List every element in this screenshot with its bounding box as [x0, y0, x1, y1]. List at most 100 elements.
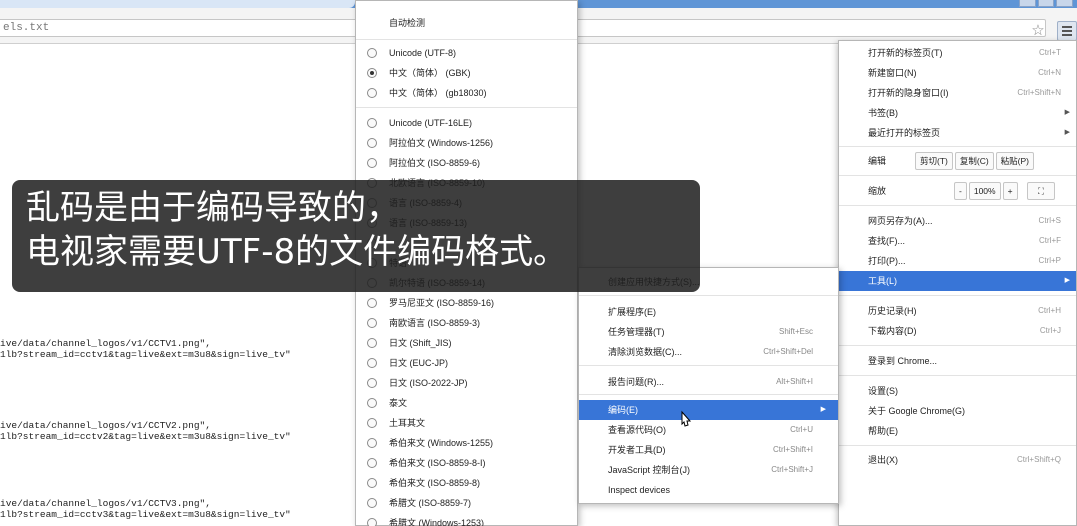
- caption-line-2: 电视家需要UTF-8的文件编码格式。: [26, 232, 568, 272]
- menu-label: 编码(E): [608, 405, 638, 415]
- tools-menu-item[interactable]: Inspect devices: [579, 480, 838, 500]
- minimize-button[interactable]: [1019, 0, 1036, 7]
- radio-icon: [367, 88, 377, 98]
- mouse-cursor-icon: [681, 410, 692, 427]
- menu-find[interactable]: 查找(F)... Ctrl+F: [839, 231, 1076, 251]
- close-window-button[interactable]: [1056, 0, 1074, 7]
- menu-save-as[interactable]: 网页另存为(A)... Ctrl+S: [839, 211, 1076, 231]
- encoding-item[interactable]: 希伯来文 (ISO-8859-8-I): [356, 453, 577, 473]
- menu-label: 扩展程序(E): [608, 307, 656, 317]
- encoding-item[interactable]: 泰文: [356, 393, 577, 413]
- paste-button[interactable]: 粘贴(P): [995, 152, 1035, 170]
- chrome-main-menu: 打开新的标签页(T) Ctrl+T 新建窗口(N) Ctrl+N 打开新的隐身窗口(…: [838, 40, 1077, 526]
- encoding-item[interactable]: 日文 (Shift_JIS): [356, 333, 577, 353]
- menu-label: Inspect devices: [608, 485, 671, 495]
- tools-menu-item[interactable]: 扩展程序(E): [579, 302, 838, 322]
- menu-separator: [839, 345, 1076, 346]
- submenu-arrow-icon: ▶: [1064, 129, 1070, 136]
- encoding-item[interactable]: 中文（简体） (GBK): [356, 63, 577, 83]
- tools-menu-item[interactable]: 编码(E) ▶: [579, 400, 838, 420]
- menu-recent-tabs[interactable]: 最近打开的标签页 ▶: [839, 123, 1076, 143]
- shortcut-label: Ctrl+Shift+N: [1017, 88, 1061, 97]
- encoding-item[interactable]: 阿拉伯文 (ISO-8859-6): [356, 153, 577, 173]
- encoding-item[interactable]: 罗马尼亚文 (ISO-8859-16): [356, 293, 577, 313]
- menu-help[interactable]: 帮助(E): [839, 421, 1076, 441]
- page-text-line: ive/data/channel_logos/v1/CCTV3.png",: [0, 498, 211, 509]
- menu-tools[interactable]: 工具(L) ▶: [839, 271, 1076, 291]
- menu-exit[interactable]: 退出(X) Ctrl+Shift+Q: [839, 450, 1076, 470]
- radio-icon: [367, 378, 377, 388]
- encoding-auto-detect[interactable]: 自动检测: [356, 13, 577, 33]
- menu-settings[interactable]: 设置(S): [839, 381, 1076, 401]
- zoom-out-button[interactable]: -: [954, 182, 967, 200]
- menu-separator: [579, 394, 838, 395]
- menu-about[interactable]: 关于 Google Chrome(G): [839, 401, 1076, 421]
- menu-history[interactable]: 历史记录(H) Ctrl+H: [839, 301, 1076, 321]
- menu-new-tab[interactable]: 打开新的标签页(T) Ctrl+T: [839, 43, 1076, 63]
- cut-button[interactable]: 剪切(T): [915, 152, 953, 170]
- menu-label: 退出(X): [868, 455, 898, 465]
- submenu-arrow-icon: ▶: [820, 406, 826, 413]
- encoding-item[interactable]: Unicode (UTF-16LE): [356, 113, 577, 133]
- tools-menu-item[interactable]: 查看源代码(O) Ctrl+U: [579, 420, 838, 440]
- radio-icon: [367, 418, 377, 428]
- page-text-line: ive/data/channel_logos/v1/CCTV2.png",: [0, 420, 211, 431]
- menu-label: 帮助(E): [868, 426, 898, 436]
- encoding-label: 中文（简体） (gb18030): [389, 88, 487, 98]
- encoding-item[interactable]: 土耳其文: [356, 413, 577, 433]
- zoom-in-button[interactable]: +: [1002, 182, 1018, 200]
- menu-incognito[interactable]: 打开新的隐身窗口(I) Ctrl+Shift+N: [839, 83, 1076, 103]
- video-caption: 乱码是由于编码导致的， 电视家需要UTF-8的文件编码格式。: [12, 180, 700, 292]
- tools-menu-item[interactable]: 任务管理器(T) Shift+Esc: [579, 322, 838, 342]
- menu-separator: [356, 39, 577, 40]
- radio-icon: [367, 68, 377, 78]
- menu-print[interactable]: 打印(P)... Ctrl+P: [839, 251, 1076, 271]
- encoding-label: 希伯来文 (Windows-1255): [389, 438, 494, 448]
- encoding-item[interactable]: 希腊文 (ISO-8859-7): [356, 493, 577, 513]
- tools-menu-item[interactable]: 清除浏览数据(C)... Ctrl+Shift+Del: [579, 342, 838, 362]
- encoding-item[interactable]: 希伯来文 (ISO-8859-8): [356, 473, 577, 493]
- encoding-item[interactable]: 南欧语言 (ISO-8859-3): [356, 313, 577, 333]
- radio-icon: [367, 338, 377, 348]
- encoding-item[interactable]: 希腊文 (Windows-1253): [356, 513, 577, 526]
- encoding-label: 日文 (ISO-2022-JP): [389, 378, 468, 388]
- encoding-item[interactable]: 日文 (ISO-2022-JP): [356, 373, 577, 393]
- radio-icon: [367, 458, 377, 468]
- menu-downloads[interactable]: 下载内容(D) Ctrl+J: [839, 321, 1076, 341]
- encoding-label: Unicode (UTF-8): [389, 48, 457, 58]
- star-icon[interactable]: ☆: [1030, 23, 1046, 39]
- menu-label: 缩放: [868, 186, 887, 196]
- radio-icon: [367, 158, 377, 168]
- encoding-label: 中文（简体） (GBK): [389, 68, 471, 78]
- encoding-label: 希伯来文 (ISO-8859-8): [389, 478, 481, 488]
- encoding-label: 南欧语言 (ISO-8859-3): [389, 318, 481, 328]
- menu-sign-in[interactable]: 登录到 Chrome...: [839, 351, 1076, 371]
- encoding-item[interactable]: 阿拉伯文 (Windows-1256): [356, 133, 577, 153]
- browser-tab[interactable]: [0, 0, 355, 8]
- encoding-label: 土耳其文: [389, 418, 426, 428]
- encoding-item[interactable]: 日文 (EUC-JP): [356, 353, 577, 373]
- tools-menu-item[interactable]: 报告问题(R)... Alt+Shift+I: [579, 372, 838, 392]
- menu-bookmarks[interactable]: 书签(B) ▶: [839, 103, 1076, 123]
- encoding-item[interactable]: Unicode (UTF-8): [356, 43, 577, 63]
- encoding-label: 日文 (Shift_JIS): [389, 338, 452, 348]
- menu-label: 开发者工具(D): [608, 445, 666, 455]
- radio-icon: [367, 438, 377, 448]
- page-text-line: ive/data/channel_logos/v1/CCTV1.png",: [0, 338, 211, 349]
- encoding-label: 希伯来文 (ISO-8859-8-I): [389, 458, 486, 468]
- maximize-button[interactable]: [1037, 0, 1055, 7]
- chrome-menu-icon[interactable]: [1057, 21, 1077, 41]
- copy-button[interactable]: 复制(C): [954, 152, 994, 170]
- menu-new-window[interactable]: 新建窗口(N) Ctrl+N: [839, 63, 1076, 83]
- menu-label: 最近打开的标签页: [868, 128, 941, 138]
- shortcut-label: Ctrl+Shift+Q: [1016, 455, 1061, 464]
- tools-menu-item[interactable]: JavaScript 控制台(J) Ctrl+Shift+J: [579, 460, 838, 480]
- tools-menu-item[interactable]: 开发者工具(D) Ctrl+Shift+I: [579, 440, 838, 460]
- menu-label: 网页另存为(A)...: [868, 216, 933, 226]
- encoding-item[interactable]: 中文（简体） (gb18030): [356, 83, 577, 103]
- fullscreen-icon[interactable]: ⛶: [1027, 182, 1055, 200]
- menu-separator: [839, 146, 1076, 147]
- radio-icon: [367, 478, 377, 488]
- encoding-item[interactable]: 希伯来文 (Windows-1255): [356, 433, 577, 453]
- radio-icon: [367, 358, 377, 368]
